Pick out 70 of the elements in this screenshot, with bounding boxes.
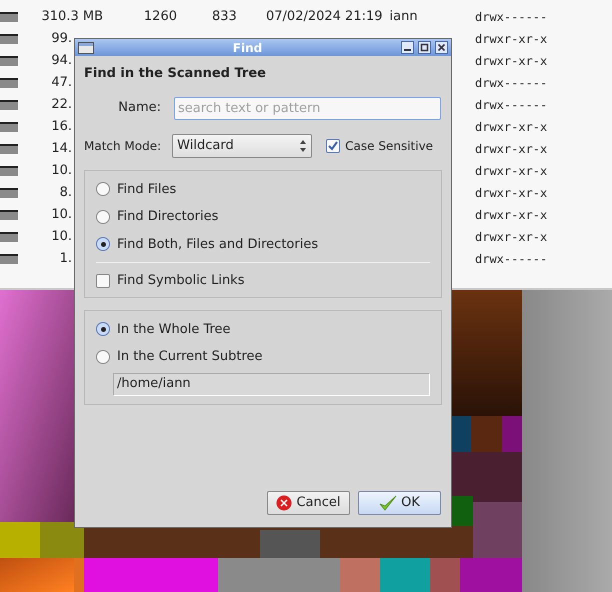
symbolic-links-checkbox[interactable]	[96, 274, 110, 288]
size-cell-text: 10.	[51, 162, 72, 180]
folder-bar-icon	[0, 144, 18, 154]
modified-cell-text: 07/02/2024 21:19	[266, 8, 383, 26]
scope-option-label: In the Whole Tree	[117, 320, 231, 338]
folder-bar-icon	[0, 210, 18, 220]
spin-arrows-icon	[299, 138, 308, 152]
size-cell-text: 10.	[51, 228, 72, 246]
cancel-icon	[276, 495, 292, 511]
files-cell-text: 833	[212, 8, 236, 26]
cancel-button[interactable]: Cancel	[267, 491, 350, 515]
minimize-icon[interactable]	[401, 41, 414, 54]
folder-bar-icon	[0, 188, 18, 198]
size-cell-text: 94.	[51, 52, 72, 70]
size-cell-text: 99.	[51, 30, 72, 48]
size-cell-text: 16.	[51, 118, 72, 136]
permissions-cell-text: drwxr-xr-x	[475, 53, 548, 70]
window-menu-icon[interactable]	[78, 42, 94, 54]
folder-bar-icon	[0, 100, 18, 110]
owner-cell-text: iann	[390, 8, 418, 26]
folder-bar-icon	[0, 78, 18, 88]
permissions-cell-text: drwxr-xr-x	[475, 31, 548, 48]
folder-bar-icon	[0, 12, 18, 22]
folder-bar-icon	[0, 34, 18, 44]
permissions-cell-text: drwx------	[475, 97, 548, 114]
folder-bar-icon	[0, 232, 18, 242]
permissions-cell-text: drwxr-xr-x	[475, 185, 548, 202]
permissions-cell-text: drwx------	[475, 9, 548, 26]
checkmark-icon	[379, 495, 398, 511]
permissions-cell-text: drwxr-xr-x	[475, 163, 548, 180]
find-option-label: Find Directories	[117, 208, 218, 226]
find-option-label: Find Files	[117, 180, 176, 198]
name-input-field[interactable]: search text or pattern	[174, 96, 441, 120]
permissions-cell-text: drwxr-xr-x	[475, 141, 548, 158]
match-mode-label: Match Mode:	[84, 138, 162, 154]
permissions-cell-text: drwx------	[475, 251, 548, 268]
size-cell-text: 8.	[60, 184, 72, 202]
radio-button[interactable]	[96, 350, 110, 364]
size-cell-text: 14.	[51, 140, 72, 158]
symbolic-links-label: Find Symbolic Links	[117, 272, 244, 290]
maximize-icon[interactable]	[418, 41, 431, 54]
size-cell-text: 47.	[51, 74, 72, 92]
radio-button[interactable]	[96, 182, 110, 196]
name-label: Name:	[117, 99, 161, 118]
match-mode-select[interactable]: Wildcard	[172, 134, 312, 158]
find-option-label: Find Both, Files and Directories	[117, 236, 318, 254]
radio-button[interactable]	[96, 322, 110, 336]
subtree-path-field: /home/iann	[113, 372, 430, 396]
ok-button[interactable]: OK	[358, 491, 441, 515]
size-cell-text: 10.	[51, 206, 72, 224]
permissions-cell-text: drwx------	[475, 75, 548, 92]
folder-bar-icon	[0, 254, 18, 264]
folder-bar-icon	[0, 56, 18, 66]
permissions-cell-text: drwxr-xr-x	[475, 229, 548, 246]
permissions-cell-text: drwxr-xr-x	[475, 119, 548, 136]
size-cell-text: 310.3 MB	[42, 8, 103, 26]
radio-button[interactable]	[96, 237, 110, 252]
radio-button[interactable]	[96, 210, 110, 224]
case-sensitive-label: Case Sensitive	[345, 138, 434, 154]
close-icon[interactable]	[435, 41, 448, 54]
items-cell-text: 1260	[143, 8, 177, 26]
scope-option-label: In the Current Subtree	[117, 348, 263, 366]
size-cell-text: 22.	[51, 96, 72, 114]
folder-bar-icon	[0, 122, 18, 132]
folder-bar-icon	[0, 166, 18, 176]
window-title: Find	[232, 40, 262, 56]
case-sensitive-checkbox[interactable]	[326, 138, 340, 152]
permissions-cell-text: drwxr-xr-x	[475, 207, 548, 224]
dialog-heading: Find in the Scanned Tree	[84, 65, 267, 83]
size-cell-text: 1.	[60, 250, 72, 268]
